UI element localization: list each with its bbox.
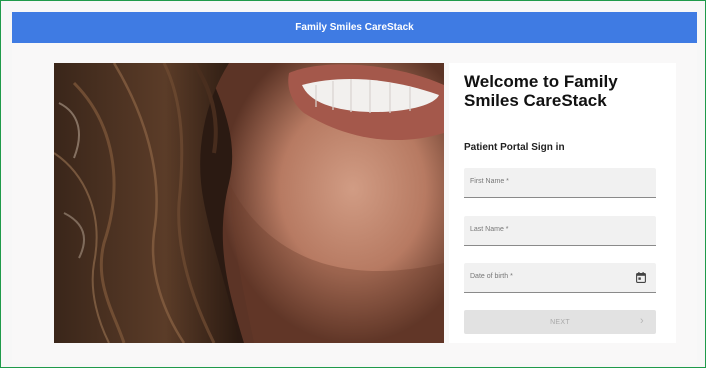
hero-image: [54, 63, 444, 343]
first-name-label: First Name *: [470, 178, 509, 185]
last-name-label: Last Name *: [470, 226, 509, 233]
last-name-field[interactable]: Last Name *: [464, 216, 656, 246]
smiling-woman-photo: [54, 63, 444, 343]
sign-in-card: Welcome to Family Smiles CareStack Patie…: [449, 63, 676, 343]
calendar-icon[interactable]: [636, 272, 646, 283]
header-bar: Family Smiles CareStack: [12, 12, 697, 43]
next-button-label: NEXT: [550, 318, 570, 326]
portal-subtitle: Patient Portal Sign in: [464, 142, 565, 153]
date-of-birth-field[interactable]: Date of birth *: [464, 263, 656, 293]
app-frame: Family Smiles CareStack Welcome to Famil…: [0, 0, 706, 368]
first-name-field[interactable]: First Name *: [464, 168, 656, 198]
date-of-birth-label: Date of birth *: [470, 273, 513, 280]
welcome-heading: Welcome to Family Smiles CareStack: [464, 72, 618, 110]
header-title: Family Smiles CareStack: [295, 22, 414, 33]
next-button[interactable]: NEXT ›: [464, 310, 656, 334]
chevron-right-icon: ›: [640, 315, 644, 327]
